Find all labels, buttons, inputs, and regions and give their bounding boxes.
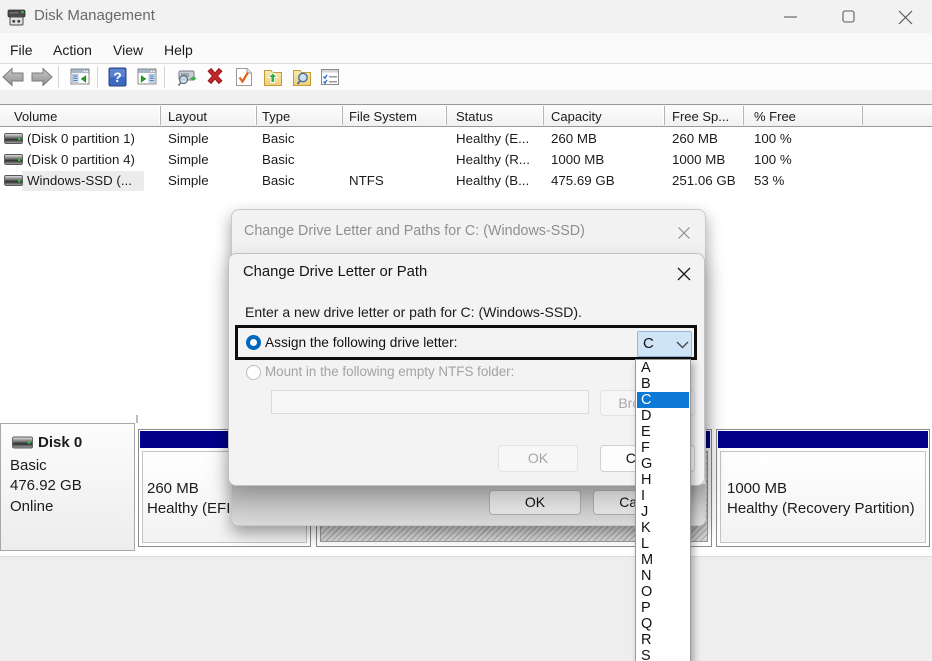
svg-text:?: ? <box>113 69 122 85</box>
